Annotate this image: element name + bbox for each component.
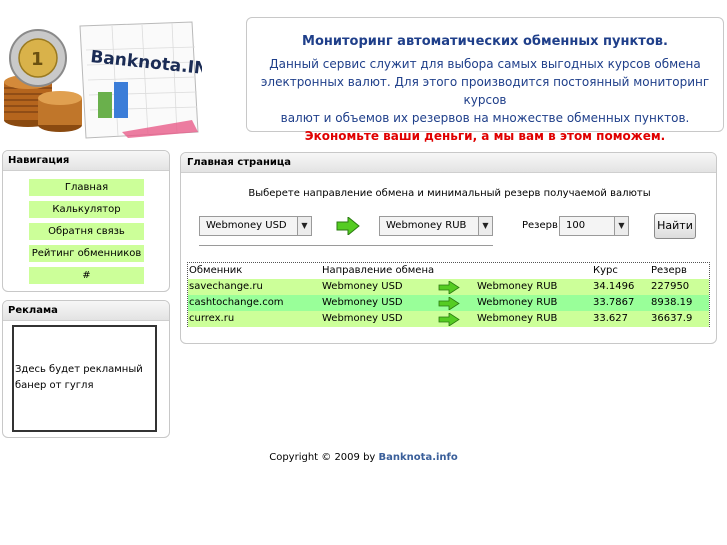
from-currency: Webmoney USD bbox=[322, 313, 403, 324]
nav-item-feedback[interactable]: Обратня связь bbox=[29, 223, 144, 240]
results-table: Обменник Направление обмена Курс Резерв … bbox=[187, 262, 710, 327]
arrow-right-icon bbox=[438, 297, 460, 310]
ad-banner[interactable]: Здесь будет рекламный банер от гугля bbox=[12, 325, 157, 432]
arrow-right-icon bbox=[438, 313, 460, 326]
column-header: Курс bbox=[593, 265, 618, 276]
navigation-panel: Навигация Главная Калькулятор Обратня св… bbox=[2, 150, 170, 292]
to-currency: Webmoney RUB bbox=[477, 281, 558, 292]
table-row[interactable]: currex.ru Webmoney USD Webmoney RUB 33.6… bbox=[188, 311, 709, 327]
rate: 34.1496 bbox=[593, 281, 635, 292]
direction-arrow-icon bbox=[336, 217, 360, 235]
reserve-label: Резерв bbox=[522, 220, 558, 231]
column-header: Направление обмена bbox=[322, 265, 435, 276]
exchanger-name[interactable]: currex.ru bbox=[189, 311, 234, 327]
rate: 33.627 bbox=[593, 313, 628, 324]
nav-item-home[interactable]: Главная bbox=[29, 179, 144, 196]
to-currency: Webmoney RUB bbox=[477, 313, 558, 324]
divider bbox=[199, 245, 493, 246]
ad-title: Реклама bbox=[3, 301, 169, 321]
chevron-down-icon: ▼ bbox=[614, 217, 628, 235]
exchanger-name[interactable]: cashtochange.com bbox=[189, 295, 284, 311]
exchanger-name[interactable]: savechange.ru bbox=[189, 279, 263, 295]
ad-panel: Реклама Здесь будет рекламный банер от г… bbox=[2, 300, 170, 438]
from-currency: Webmoney USD bbox=[322, 297, 403, 308]
reserve-value: 100 bbox=[566, 220, 586, 231]
from-currency-select[interactable]: Webmoney USD ▼ bbox=[199, 216, 312, 236]
exchange-instruction: Выберете направление обмена и минимальны… bbox=[248, 188, 651, 199]
copyright-text: Copyright © 2009 by bbox=[269, 452, 376, 463]
reserve-select[interactable]: 100 ▼ bbox=[559, 216, 629, 236]
to-currency-select[interactable]: Webmoney RUB ▼ bbox=[379, 216, 493, 236]
nav-item-rating[interactable]: Рейтинг обменников bbox=[29, 245, 144, 262]
to-currency: Webmoney RUB bbox=[477, 297, 558, 308]
slogan: Экономьте ваши деньги, а мы вам в этом п… bbox=[304, 129, 666, 143]
chevron-down-icon: ▼ bbox=[297, 217, 311, 235]
rate: 33.7867 bbox=[593, 297, 635, 308]
page-heading: Мониторинг автоматических обменных пункт… bbox=[302, 34, 668, 49]
chevron-down-icon: ▼ bbox=[478, 217, 492, 235]
reserve: 36637.9 bbox=[651, 313, 693, 324]
reserve: 8938.19 bbox=[651, 297, 693, 308]
table-row[interactable]: cashtochange.com Webmoney USD Webmoney R… bbox=[188, 295, 709, 311]
intro-line: валют и объемов их резервов на множестве… bbox=[280, 111, 690, 125]
main-title: Главная страница bbox=[181, 153, 716, 173]
column-header: Обменник bbox=[189, 265, 243, 276]
intro-line: электронных валют. Для этого производитс… bbox=[260, 75, 710, 107]
site-logo[interactable]: Banknota.INFO 1 bbox=[2, 20, 235, 142]
intro-line: Данный сервис служит для выбора самых вы… bbox=[269, 57, 701, 71]
footer-brand-link[interactable]: Banknota.info bbox=[379, 452, 458, 463]
footer: Copyright © 2009 by Banknota.info bbox=[0, 452, 727, 463]
from-currency-value: Webmoney USD bbox=[206, 220, 287, 231]
reserve: 227950 bbox=[651, 281, 690, 292]
intro-box: Мониторинг автоматических обменных пункт… bbox=[246, 17, 724, 143]
arrow-right-icon bbox=[438, 281, 460, 294]
to-currency-value: Webmoney RUB bbox=[386, 220, 467, 231]
navigation-title: Навигация bbox=[3, 151, 169, 171]
nav-item-calculator[interactable]: Калькулятор bbox=[29, 201, 144, 218]
svg-text:1: 1 bbox=[31, 49, 44, 70]
column-header: Резерв bbox=[651, 265, 687, 276]
table-row[interactable]: savechange.ru Webmoney USD Webmoney RUB … bbox=[188, 279, 709, 295]
table-header: Обменник Направление обмена Курс Резерв bbox=[188, 263, 709, 279]
find-button[interactable]: Найти bbox=[654, 213, 696, 239]
nav-item-hash[interactable]: # bbox=[29, 267, 144, 284]
from-currency: Webmoney USD bbox=[322, 281, 403, 292]
